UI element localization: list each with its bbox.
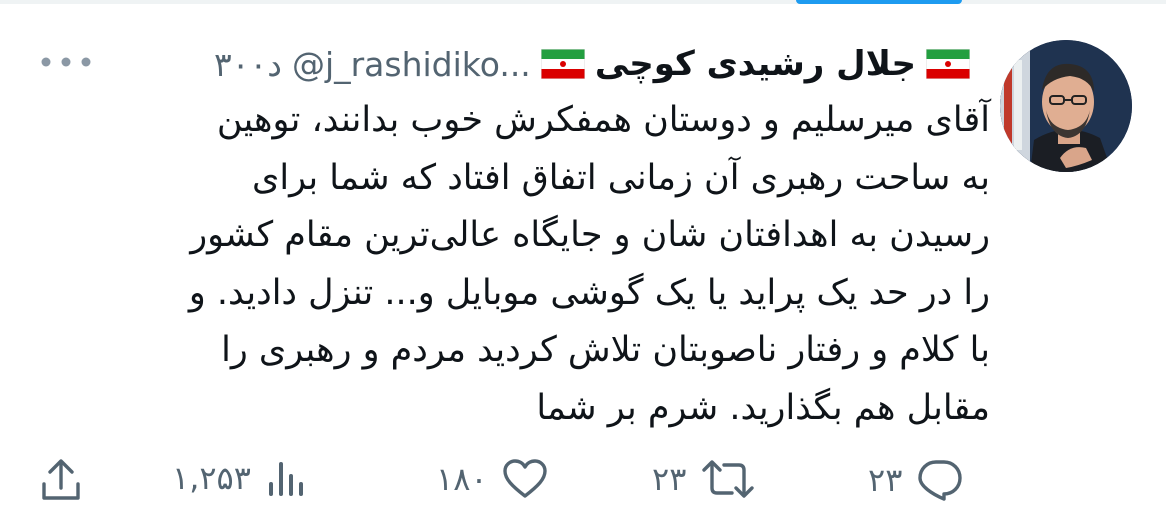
- active-tab-indicator: [796, 0, 962, 4]
- share-upload-icon: [42, 459, 80, 500]
- like-count: ۱۸۰: [436, 460, 488, 498]
- reply-button[interactable]: ۲۳: [868, 458, 964, 502]
- retweet-count: ۲۳: [652, 460, 687, 498]
- iran-flag-icon: [540, 48, 586, 80]
- top-divider: [0, 0, 1166, 4]
- tweet-header: جلال رشیدی کوچی @j_rashidiko... ۳۰۰د: [214, 40, 971, 88]
- iran-flag-icon: [925, 48, 971, 80]
- tweet-time[interactable]: ۳۰۰د: [214, 45, 282, 84]
- user-handle[interactable]: @j_rashidiko...: [292, 45, 531, 84]
- retweet-button[interactable]: ۲۳: [652, 458, 756, 500]
- views-button[interactable]: ۱,۲۵۳: [172, 458, 305, 498]
- like-button[interactable]: ۱۸۰: [436, 458, 548, 500]
- avatar-image: [1000, 40, 1132, 172]
- bar-chart-icon: [268, 462, 303, 496]
- reply-bubble-icon: [918, 460, 963, 501]
- display-name[interactable]: جلال رشیدی کوچی: [595, 44, 916, 84]
- more-dots-icon[interactable]: [36, 50, 96, 74]
- share-button[interactable]: [40, 458, 82, 502]
- reply-count: ۲۳: [868, 461, 903, 499]
- tweet-text: آقای میرسلیم و دوستان همفکرش خوب بدانند،…: [188, 100, 990, 428]
- retweet-arrows-icon: [702, 460, 755, 498]
- avatar[interactable]: [1000, 40, 1132, 172]
- views-count: ۱,۲۵۳: [172, 459, 251, 497]
- heart-icon: [502, 459, 547, 498]
- tweet-actions: ۱,۲۵۳ ۱۸۰ ۲۳ ۲۳: [0, 458, 1166, 518]
